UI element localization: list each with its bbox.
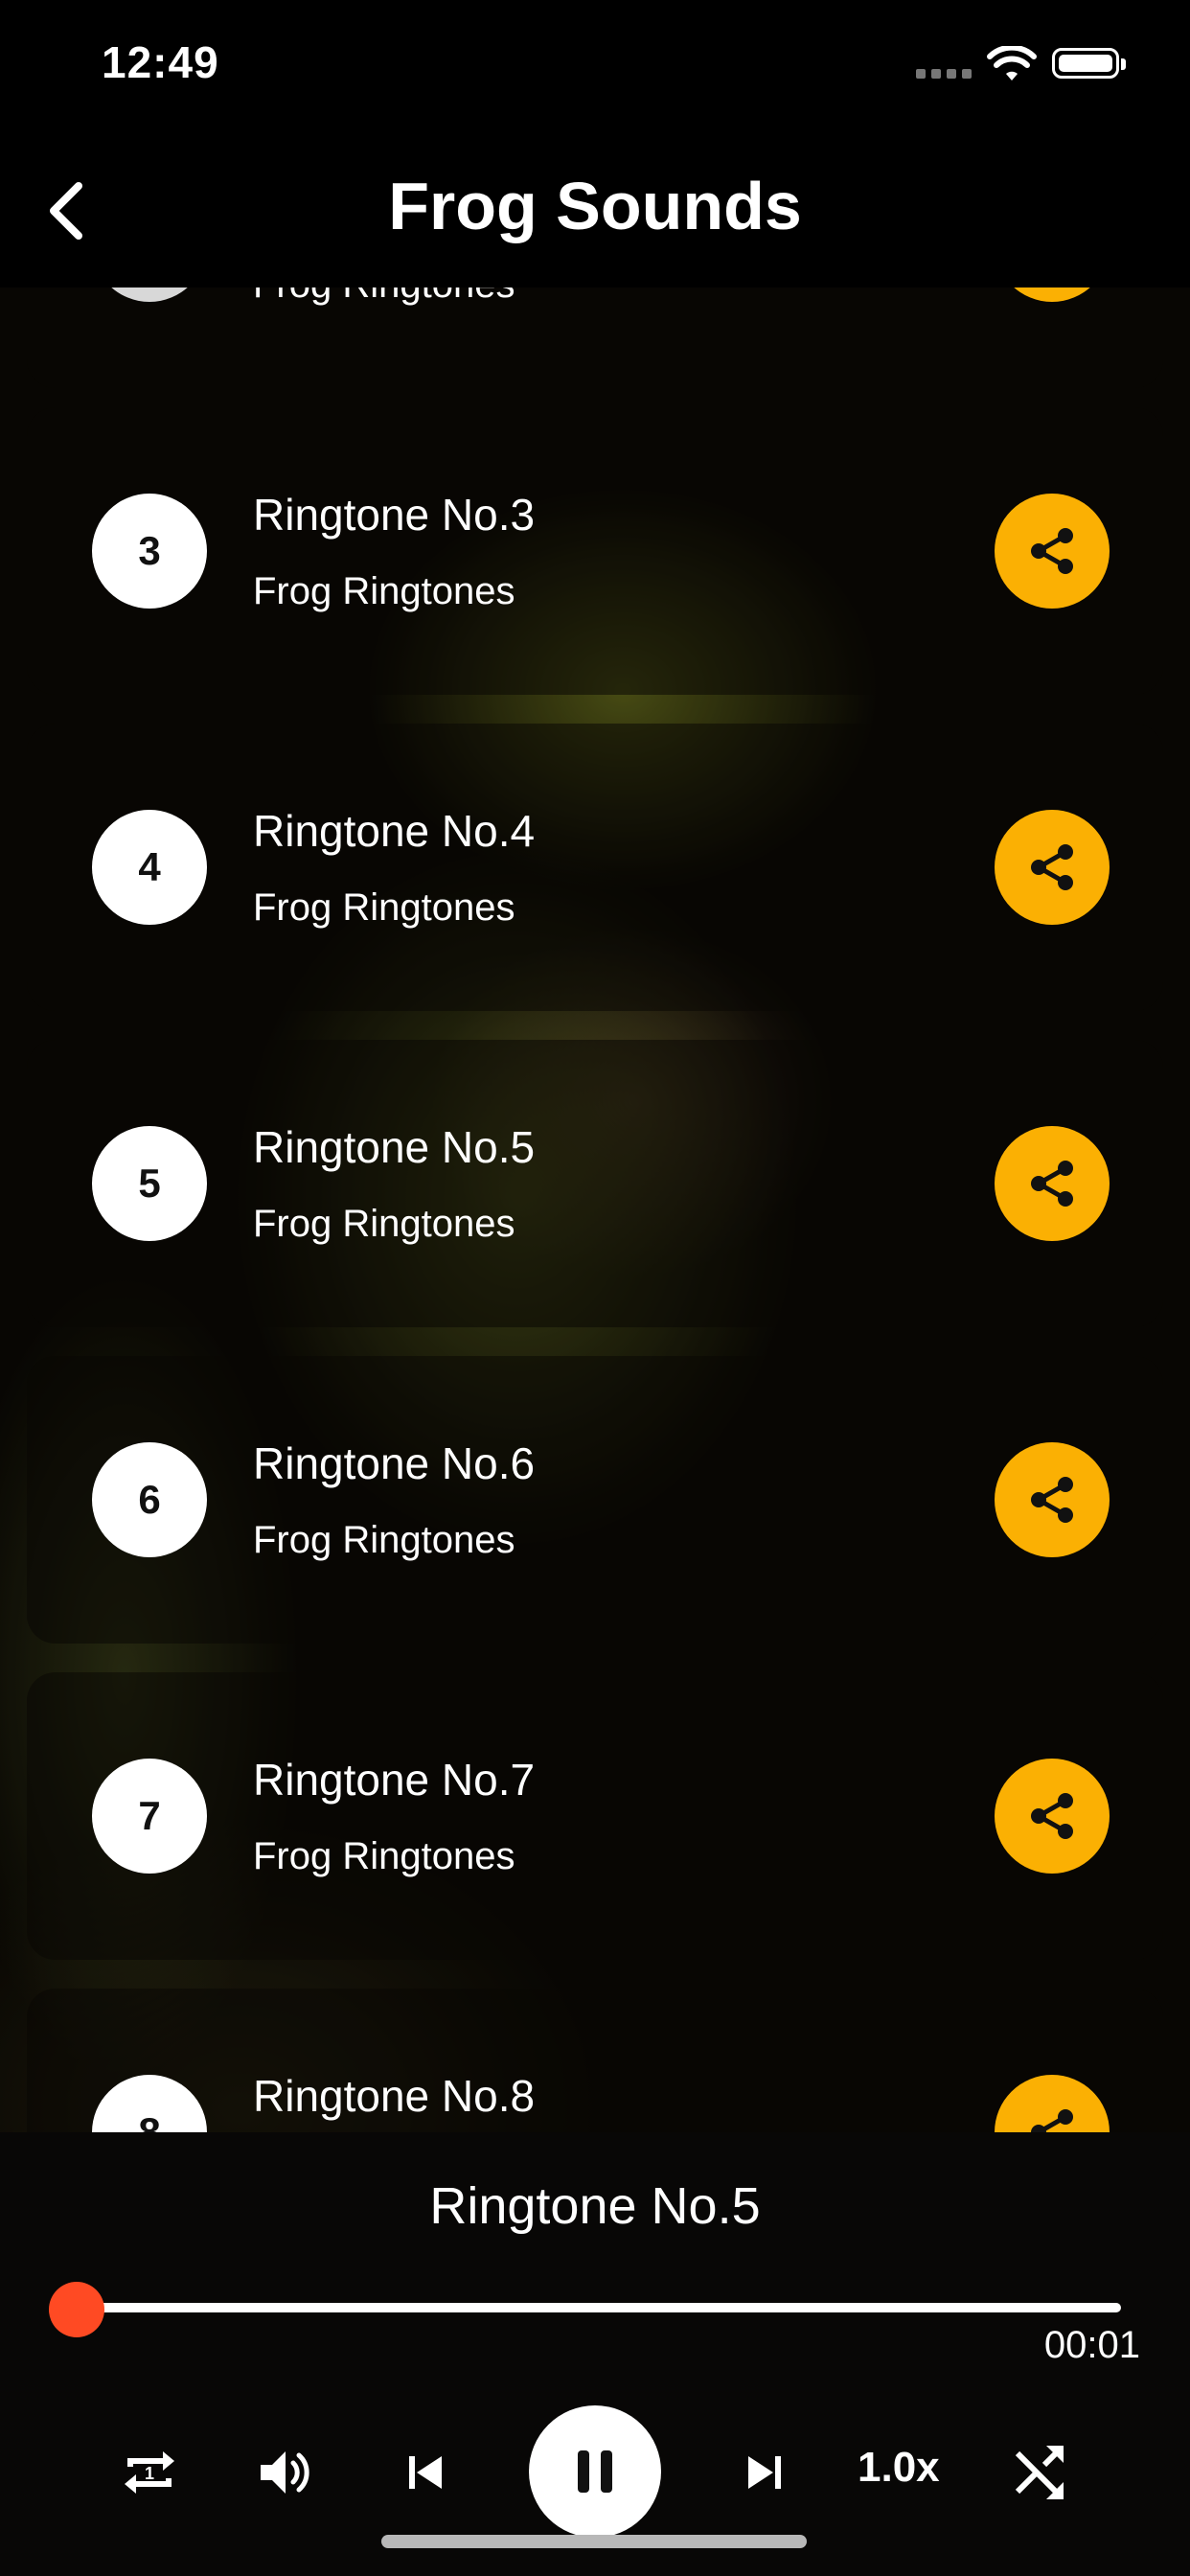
share-button[interactable] (995, 1442, 1110, 1557)
playback-speed-button[interactable]: 1.0x (858, 2444, 940, 2492)
list-item-ringtone-7[interactable]: 7 Ringtone No.7 Frog Ringtones (27, 1672, 1163, 1960)
shuffle-button[interactable] (1006, 2438, 1075, 2507)
svg-text:1: 1 (145, 2464, 154, 2483)
pause-icon (578, 2450, 612, 2493)
volume-button[interactable] (251, 2438, 320, 2507)
volume-icon (261, 2451, 309, 2494)
battery-icon (1052, 48, 1126, 79)
share-icon (1031, 844, 1073, 890)
ringtone-category: Frog Ringtones (253, 288, 515, 307)
previous-button[interactable] (395, 2442, 456, 2503)
cellular-signal-icon (916, 69, 972, 79)
wifi-icon (987, 46, 1037, 80)
ringtone-number (92, 288, 207, 302)
ringtone-category: Frog Ringtones (253, 886, 515, 929)
list-item-partial[interactable]: Frog Ringtones (27, 288, 1163, 388)
ringtone-title: Ringtone No.6 (253, 1438, 536, 1488)
skip-previous-icon (409, 2456, 442, 2489)
page-title: Frog Sounds (388, 169, 802, 243)
ringtone-title: Ringtone No.5 (253, 1122, 536, 1172)
ringtone-number: 4 (92, 810, 207, 925)
status-bar: 12:49 (0, 0, 1190, 134)
share-button[interactable] (995, 810, 1110, 925)
home-indicator (381, 2535, 807, 2548)
ringtone-number: 3 (92, 494, 207, 609)
audio-player: Ringtone No.5 00:01 1 1.0x (0, 2132, 1190, 2576)
list-item-ringtone-4[interactable]: 4 Ringtone No.4 Frog Ringtones (27, 724, 1163, 1011)
repeat-one-icon: 1 (125, 2451, 174, 2494)
share-button[interactable] (995, 1759, 1110, 1874)
share-button[interactable] (995, 1126, 1110, 1241)
progress-thumb[interactable] (49, 2282, 104, 2337)
ringtone-number: 8 (92, 2075, 207, 2132)
status-time: 12:49 (102, 37, 219, 87)
ringtone-title: Ringtone No.8 (253, 2071, 536, 2121)
ringtone-category: Frog Ringtones (253, 1519, 515, 1561)
ringtone-title: Ringtone No.3 (253, 490, 536, 540)
list-item-ringtone-5[interactable]: 5 Ringtone No.5 Frog Ringtones (27, 1040, 1163, 1327)
now-playing-title: Ringtone No.5 (429, 2177, 761, 2235)
share-icon (1031, 1477, 1073, 1523)
ringtone-number: 6 (92, 1442, 207, 1557)
pause-button[interactable] (529, 2405, 661, 2538)
ringtone-number: 7 (92, 1759, 207, 1874)
list-item-ringtone-6[interactable]: 6 Ringtone No.6 Frog Ringtones (27, 1356, 1163, 1644)
navigation-bar: Frog Sounds (0, 134, 1190, 288)
ringtone-category: Frog Ringtones (253, 1835, 515, 1877)
ringtone-category: Frog Ringtones (253, 1203, 515, 1245)
player-controls: 1 1.0x (0, 2405, 1190, 2549)
ringtone-title: Ringtone No.4 (253, 806, 536, 856)
list-item-ringtone-8[interactable]: 8 Ringtone No.8 (27, 1989, 1163, 2132)
share-icon (1031, 1793, 1073, 1839)
share-icon (1031, 1161, 1073, 1207)
next-button[interactable] (734, 2442, 795, 2503)
repeat-one-button[interactable]: 1 (115, 2438, 184, 2507)
elapsed-time: 00:01 (1043, 2324, 1140, 2366)
progress-track[interactable] (77, 2303, 1121, 2312)
share-icon (1031, 528, 1073, 574)
ringtone-category: Frog Ringtones (253, 570, 515, 612)
ringtone-number: 5 (92, 1126, 207, 1241)
share-button[interactable] (995, 288, 1110, 302)
share-icon (1031, 2109, 1073, 2132)
share-button[interactable] (995, 2075, 1110, 2132)
ringtone-title: Ringtone No.7 (253, 1755, 536, 1805)
ringtone-list[interactable]: Frog Ringtones 3 Ringtone No.3 Frog Ring… (0, 288, 1190, 2132)
shuffle-icon (1015, 2446, 1064, 2499)
list-item-ringtone-3[interactable]: 3 Ringtone No.3 Frog Ringtones (27, 407, 1163, 695)
skip-next-icon (748, 2456, 781, 2489)
share-button[interactable] (995, 494, 1110, 609)
